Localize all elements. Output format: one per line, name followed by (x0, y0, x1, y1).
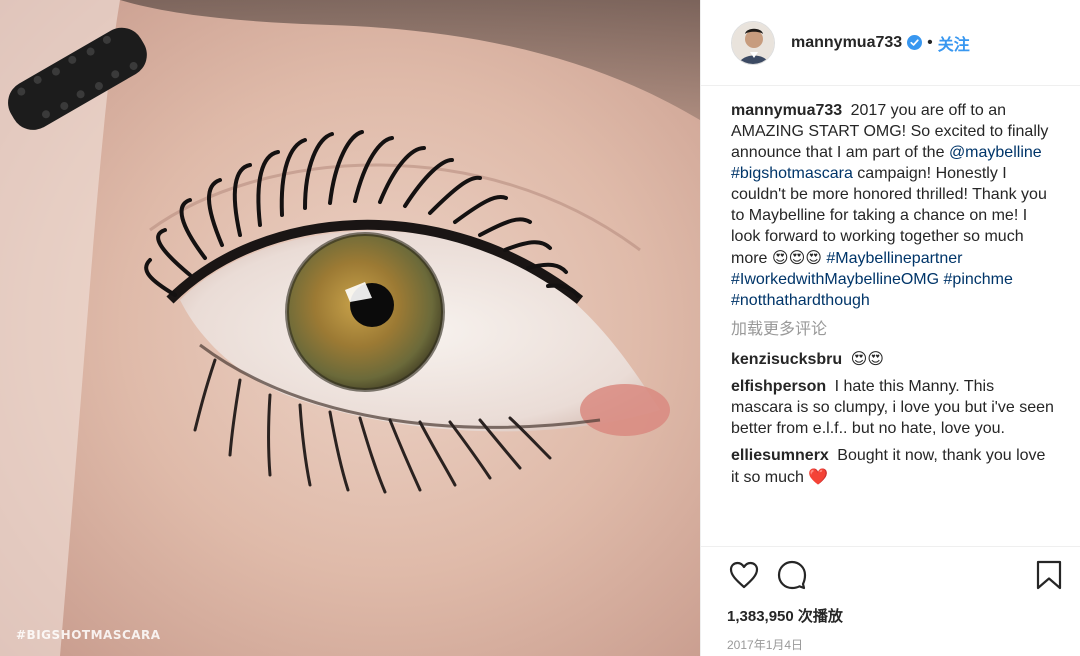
view-count: 1,383,950 次播放 (727, 608, 843, 625)
photo-watermark: #BIGSHOTMASCARA (16, 628, 161, 642)
like-button[interactable] (727, 558, 761, 592)
post-date[interactable]: 2017年1月4日 (727, 636, 1066, 653)
verified-badge-icon (907, 35, 923, 50)
post-photo[interactable]: #BIGSHOTMASCARA (0, 0, 700, 656)
post-side-panel: mannymua733 • 关注 mannymua733 2017 you ar… (700, 0, 1080, 656)
comment-bubble-icon (777, 560, 807, 590)
header-username[interactable]: mannymua733 (791, 34, 902, 52)
save-button[interactable] (1032, 558, 1066, 592)
avatar-person-icon (732, 21, 774, 64)
caption-hashtag[interactable]: #notthathardthough (731, 292, 870, 309)
post-header: mannymua733 • 关注 (701, 0, 1080, 86)
comment-username[interactable]: elliesumnerx (731, 447, 829, 464)
comment-username[interactable]: elfishperson (731, 378, 826, 395)
caption-hashtag[interactable]: #pinchme (944, 271, 1013, 288)
caption-mention[interactable]: @maybelline (949, 144, 1042, 161)
comment-button[interactable] (775, 558, 809, 592)
comment-username[interactable]: kenzisucksbru (731, 351, 842, 368)
red-heart-emoji: ❤️ (808, 467, 829, 486)
comment: kenzisucksbru 😍😍 (731, 348, 1054, 370)
post-caption: mannymua733 2017 you are off to an AMAZI… (731, 100, 1054, 311)
comments-section: mannymua733 2017 you are off to an AMAZI… (701, 86, 1080, 546)
eye-closeup-illustration (0, 0, 700, 656)
heart-icon (729, 561, 759, 589)
caption-username[interactable]: mannymua733 (731, 102, 842, 119)
bookmark-icon (1036, 560, 1062, 590)
comment-text: 😍😍 (850, 349, 884, 368)
caption-emojis: 😍😍😍 (771, 248, 822, 267)
follow-button[interactable]: 关注 (938, 31, 970, 55)
load-more-comments-link[interactable]: 加载更多评论 (731, 319, 1054, 340)
caption-hashtag[interactable]: #IworkedwithMaybellineOMG (731, 271, 939, 288)
avatar[interactable] (731, 20, 775, 65)
header-separator: • (927, 33, 933, 51)
caption-hashtag[interactable]: #Maybellinepartner (826, 250, 962, 267)
action-bar (727, 557, 1066, 593)
post-actions: 1,383,950 次播放 2017年1月4日 (701, 546, 1080, 656)
comment: elfishperson I hate this Manny. This mas… (731, 376, 1054, 439)
instagram-post: #BIGSHOTMASCARA mannymua733 • 关注 mannymu… (0, 0, 1080, 656)
comment: elliesumnerx Bought it now, thank you lo… (731, 445, 1054, 488)
caption-hashtag[interactable]: #bigshotmascara (731, 165, 853, 182)
